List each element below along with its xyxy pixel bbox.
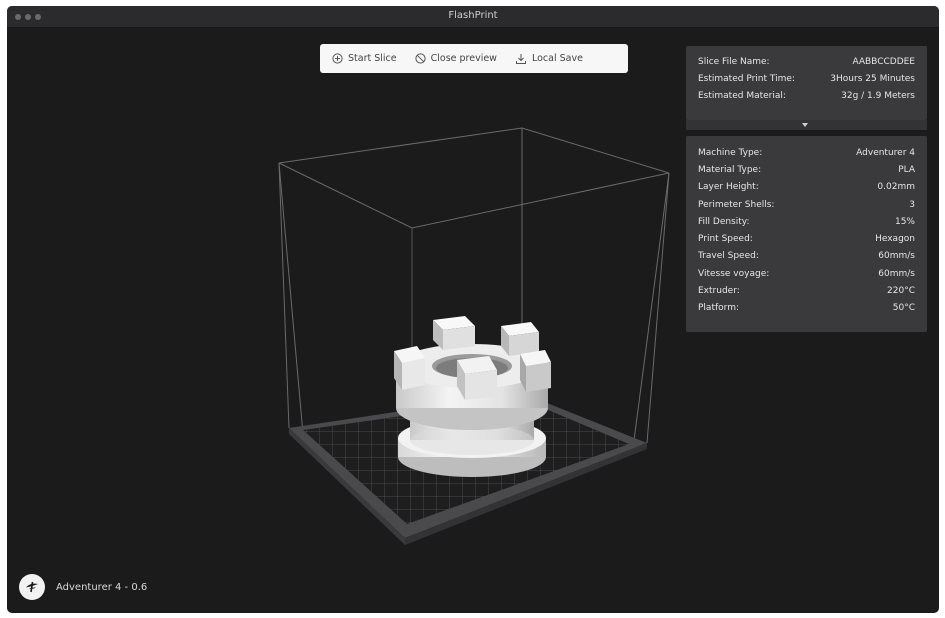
setting-value: 60mm/s xyxy=(878,268,915,279)
setting-value: 220°C xyxy=(887,286,915,297)
app-window: FlashPrint Start Slice Close preview Loc… xyxy=(7,6,939,613)
download-icon xyxy=(515,53,526,64)
machine-status[interactable]: Adventurer 4 - 0.6 xyxy=(19,574,147,600)
local-save-label: Local Save xyxy=(531,53,583,64)
info-row: Estimated Material: 32g / 1.9 Meters xyxy=(698,87,915,104)
setting-row: Fill Density: 15% xyxy=(698,213,915,230)
setting-row: Machine Type: Adventurer 4 xyxy=(698,144,915,161)
info-label: Estimated Print Time: xyxy=(698,73,795,84)
setting-label: Extruder: xyxy=(698,286,740,297)
slice-info-panel: Slice File Name: AABBCCDDEE Estimated Pr… xyxy=(686,46,927,120)
flashforge-logo-icon xyxy=(19,574,45,600)
setting-label: Travel Speed: xyxy=(698,251,759,262)
setting-label: Machine Type: xyxy=(698,147,763,158)
setting-value: Hexagon xyxy=(875,234,915,245)
setting-label: Layer Height: xyxy=(698,182,759,193)
setting-label: Fill Density: xyxy=(698,216,750,227)
close-preview-label: Close preview xyxy=(430,53,497,64)
circle-slash-icon xyxy=(415,53,426,64)
info-value: AABBCCDDEE xyxy=(852,56,915,67)
3d-viewport[interactable]: Start Slice Close preview Local Save Sli… xyxy=(7,28,939,613)
local-save-button[interactable]: Local Save xyxy=(515,53,583,65)
setting-value: 0.02mm xyxy=(877,182,915,193)
setting-row: Print Speed: Hexagon xyxy=(698,230,915,247)
3d-model-preview[interactable] xyxy=(394,316,551,477)
setting-label: Perimeter Shells: xyxy=(698,199,775,210)
collapse-panel-toggle[interactable] xyxy=(686,120,927,130)
setting-row: Layer Height: 0.02mm xyxy=(698,179,915,196)
setting-value: 50°C xyxy=(892,303,915,314)
start-slice-button[interactable]: Start Slice xyxy=(332,53,397,64)
setting-value: 3 xyxy=(909,199,915,210)
start-slice-label: Start Slice xyxy=(348,53,397,64)
info-value: 3Hours 25 Minutes xyxy=(830,73,915,84)
setting-label: Platform: xyxy=(698,303,739,314)
info-row: Slice File Name: AABBCCDDEE xyxy=(698,53,915,70)
setting-row: Material Type: PLA xyxy=(698,161,915,178)
setting-row: Travel Speed: 60mm/s xyxy=(698,248,915,265)
info-label: Slice File Name: xyxy=(698,56,770,67)
setting-value: Adventurer 4 xyxy=(856,147,915,158)
setting-row: Vitesse voyage: 60mm/s xyxy=(698,265,915,282)
slice-toolbar: Start Slice Close preview Local Save xyxy=(320,44,628,73)
setting-value: 60mm/s xyxy=(878,251,915,262)
machine-name-label: Adventurer 4 - 0.6 xyxy=(56,581,148,593)
circle-plus-icon xyxy=(332,53,343,64)
setting-row: Platform: 50°C xyxy=(698,300,915,317)
close-preview-button[interactable]: Close preview xyxy=(415,53,497,64)
window-title: FlashPrint xyxy=(448,10,498,21)
print-settings-panel: Machine Type: Adventurer 4 Material Type:… xyxy=(686,136,927,332)
setting-row: Perimeter Shells: 3 xyxy=(698,196,915,213)
info-row: Estimated Print Time: 3Hours 25 Minutes xyxy=(698,70,915,87)
title-bar: FlashPrint xyxy=(7,6,939,28)
setting-value: PLA xyxy=(898,164,915,175)
chevron-down-icon xyxy=(802,123,808,127)
info-label: Estimated Material: xyxy=(698,90,786,101)
info-value: 32g / 1.9 Meters xyxy=(841,90,915,101)
setting-value: 15% xyxy=(894,216,915,227)
setting-label: Material Type: xyxy=(698,164,762,175)
setting-label: Vitesse voyage: xyxy=(698,268,770,279)
setting-row: Extruder: 220°C xyxy=(698,282,915,299)
setting-label: Print Speed: xyxy=(698,234,753,245)
